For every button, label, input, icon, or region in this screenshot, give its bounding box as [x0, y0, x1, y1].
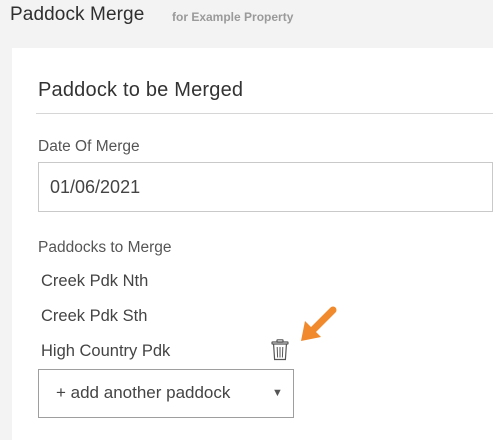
- paddock-item: Creek Pdk Nth: [41, 272, 149, 290]
- page-subtitle: for Example Property: [172, 10, 294, 24]
- add-paddock-label: + add another paddock: [56, 383, 231, 402]
- page-title: Paddock Merge: [10, 4, 145, 25]
- date-of-merge-input[interactable]: [38, 162, 493, 212]
- arrow-icon: [298, 305, 338, 345]
- section-title: Paddock to be Merged: [38, 79, 244, 101]
- section-divider: [36, 113, 493, 114]
- caret-down-icon: ▼: [272, 387, 283, 399]
- add-paddock-select[interactable]: + add another paddock ▼: [38, 369, 294, 418]
- paddock-item: High Country Pdk: [41, 342, 171, 360]
- paddocks-to-merge-label: Paddocks to Merge: [38, 239, 172, 256]
- merge-form-card: Paddock to be Merged Date Of Merge Paddo…: [12, 48, 493, 440]
- page-header: Paddock Merge for Example Property: [0, 0, 493, 34]
- date-of-merge-label: Date Of Merge: [38, 138, 140, 155]
- paddock-item: Creek Pdk Sth: [41, 307, 148, 325]
- trash-icon[interactable]: [271, 339, 289, 361]
